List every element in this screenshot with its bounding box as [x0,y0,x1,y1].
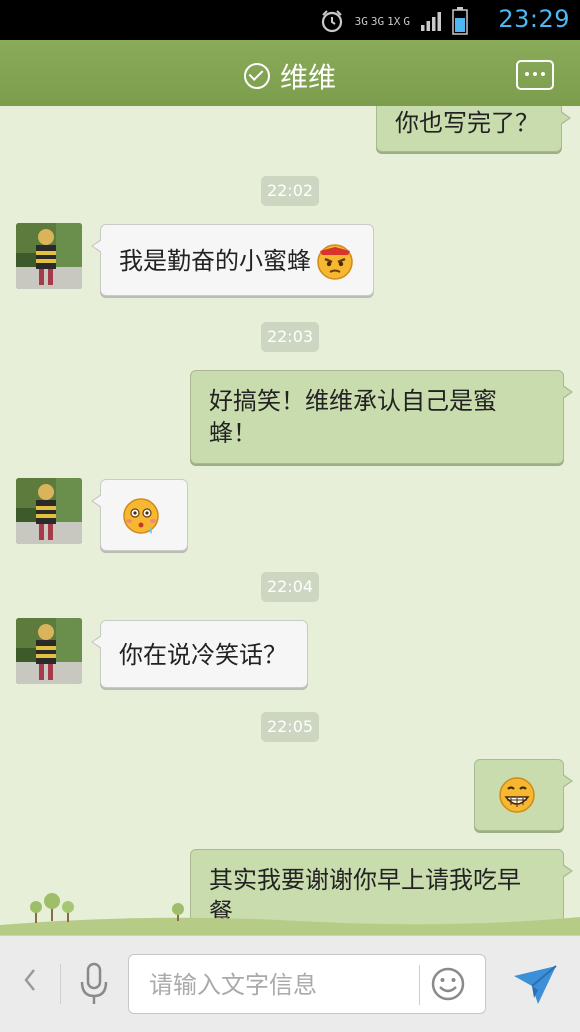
message-text: 你也写完了？ [395,109,539,137]
smiley-icon [431,967,465,1001]
network-type-indicator: 3G 3G 1X G [355,16,410,27]
contact-name: 维维 [279,61,336,94]
avatar[interactable] [16,478,82,544]
message-bubble-incoming[interactable]: 我是勤奋的小蜜蜂 [91,224,374,296]
message-text: 好搞笑！维维承认自己是蜜蜂！ [209,387,497,447]
avatar[interactable] [16,223,82,289]
send-plane-icon [514,965,557,1004]
network-label: 3G [370,14,385,28]
check-circle-icon [243,63,270,89]
avatar[interactable] [16,618,82,684]
input-bar [0,935,580,1032]
chevron-left-icon [24,969,35,991]
grinning-face-emoji [499,777,535,813]
message-list[interactable]: 你也写完了？ 22:02 我是勤奋的小蜜蜂 22:03 好搞笑！维维承认自己是蜜… [0,106,580,935]
more-dot [533,72,537,76]
send-button[interactable] [512,962,558,1010]
sweating-face-emoji [123,498,159,534]
back-button[interactable] [22,966,38,1001]
more-options-button[interactable] [516,60,554,90]
timestamp: 22:02 [261,176,319,206]
avatar-photo [16,618,82,684]
chat-header: 维维 [0,40,580,112]
timestamp: 22:04 [261,572,319,602]
timestamp: 22:05 [261,712,319,742]
alarm-icon [321,10,342,33]
more-dots-icon [525,72,529,76]
message-input[interactable] [147,967,411,1003]
avatar-photo [16,223,82,289]
status-icons: 3G 3G 1X G [319,7,468,35]
header-title: 维维 [0,56,580,96]
message-bubble-outgoing[interactable]: 你也写完了？ [376,106,571,152]
status-time: 23:29 [498,5,570,33]
network-label: 3G [354,14,368,28]
angry-face-emoji [317,244,353,280]
background-scenery [0,893,580,935]
divider [419,965,420,1005]
avatar-photo [16,478,82,544]
status-bar: 3G 3G 1X G 23:29 [0,0,580,40]
message-bubble-incoming[interactable] [91,479,188,551]
voice-input-button[interactable] [78,962,110,1010]
divider [60,964,61,1004]
battery-icon [452,7,468,35]
message-text: 我是勤奋的小蜜蜂 [119,247,311,275]
network-label: 1X [387,14,401,28]
timestamp: 22:03 [261,322,319,352]
emoji-button[interactable] [430,966,466,1006]
message-bubble-outgoing[interactable] [474,759,573,831]
message-bubble-outgoing[interactable]: 好搞笑！维维承认自己是蜜蜂！ [190,370,573,464]
message-bubble-incoming[interactable]: 你在说冷笑话？ [91,620,308,688]
signal-icon [421,12,441,31]
network-label: G [403,14,410,28]
microphone-icon [80,962,108,1004]
message-text: 你在说冷笑话？ [119,641,287,669]
more-dot [541,72,545,76]
